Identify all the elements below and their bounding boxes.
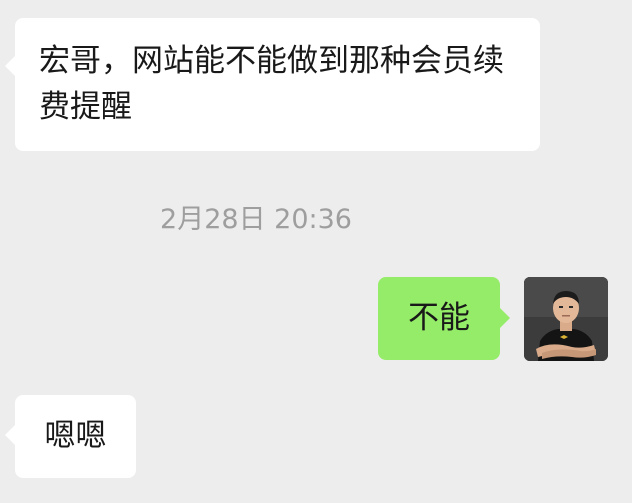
message-timestamp: 2月28日 20:36	[160, 204, 352, 235]
received-message-bubble[interactable]: 嗯嗯	[5, 395, 136, 478]
message-text: 不能	[408, 300, 470, 336]
avatar-icon	[524, 277, 608, 361]
bubble-tail	[5, 56, 15, 76]
bubble-tail	[5, 425, 15, 445]
received-message-bubble[interactable]: 宏哥，网站能不能做到那种会员续费提醒	[5, 18, 540, 151]
sender-avatar[interactable]	[524, 277, 608, 361]
message-text: 宏哥，网站能不能做到那种会员续费提醒	[39, 43, 504, 125]
sent-message-bubble[interactable]: 不能	[378, 277, 510, 360]
bubble-tail	[500, 308, 510, 328]
message-text: 嗯嗯	[44, 418, 107, 454]
